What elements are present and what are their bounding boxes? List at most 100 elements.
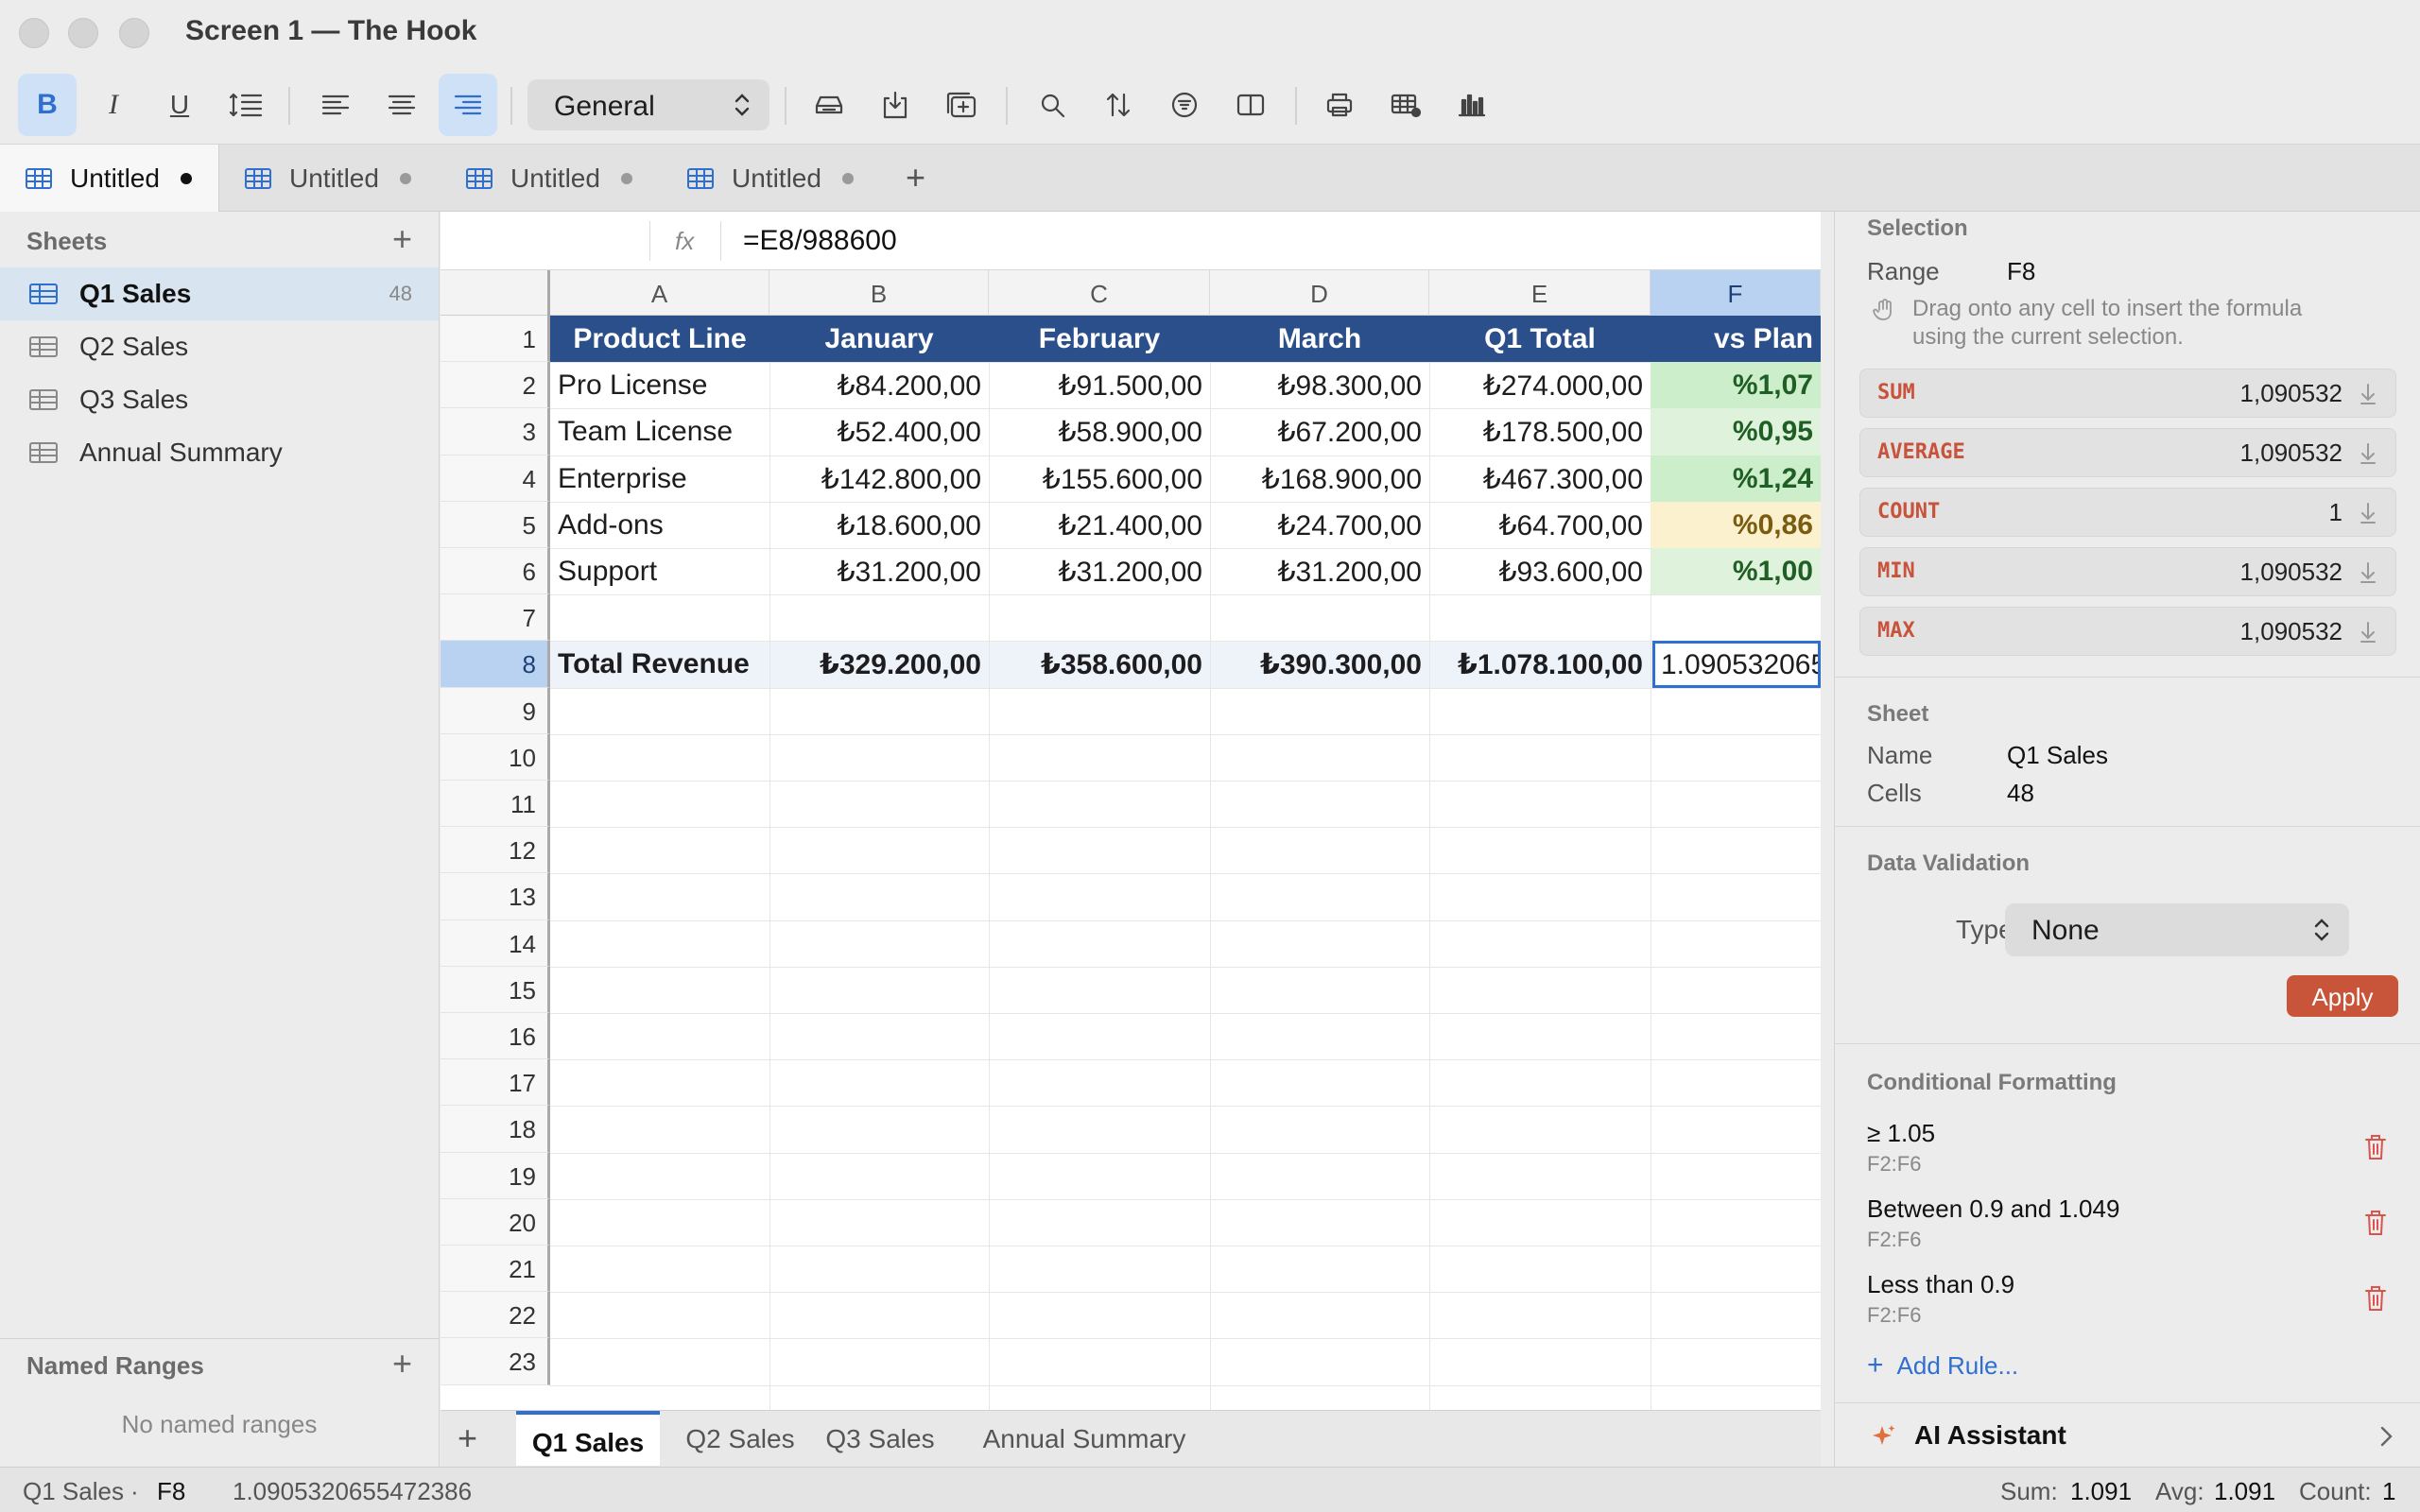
apply-button[interactable]: Apply [2287, 975, 2398, 1017]
column-header[interactable]: B [769, 270, 989, 316]
chart-button[interactable] [1443, 74, 1501, 136]
row-number[interactable]: 16 [441, 1013, 550, 1060]
cell[interactable]: %1,00 [1651, 548, 1821, 595]
trash-icon[interactable] [2362, 1283, 2389, 1314]
cell[interactable]: Support [550, 548, 769, 594]
row-number[interactable]: 3 [441, 408, 550, 455]
insert-down-arrow-icon[interactable] [2358, 619, 2378, 644]
row-number[interactable]: 8 [441, 641, 550, 688]
minimize-window-button[interactable] [68, 18, 98, 48]
bold-button[interactable]: B [18, 74, 77, 136]
underline-button[interactable]: U [150, 74, 209, 136]
cell[interactable]: Enterprise [550, 455, 769, 502]
sidebar-item-annual-summary[interactable]: Annual Summary [0, 426, 439, 479]
doc-tab[interactable]: Untitled [662, 145, 883, 213]
row-number[interactable]: 12 [441, 827, 550, 874]
cell[interactable]: March [1210, 316, 1429, 363]
cell[interactable]: ₺274.000,00 [1429, 362, 1651, 408]
sidebar-item-q2-sales[interactable]: Q2 Sales [0, 320, 439, 373]
row-number[interactable]: 6 [441, 548, 550, 595]
trash-icon[interactable] [2362, 1132, 2389, 1162]
cell[interactable]: ₺84.200,00 [769, 362, 989, 408]
cell[interactable]: Total Revenue [550, 641, 769, 687]
cf-rule[interactable]: Less than 0.9 F2:F6 [1867, 1270, 2014, 1328]
cell[interactable]: ₺31.200,00 [769, 548, 989, 594]
row-number[interactable]: 1 [441, 316, 550, 363]
cell[interactable]: ₺58.900,00 [989, 408, 1210, 455]
validation-type-select[interactable]: None [2005, 903, 2349, 956]
split-view-button[interactable] [1221, 74, 1280, 136]
cell[interactable]: ₺67.200,00 [1210, 408, 1429, 455]
column-header[interactable]: E [1429, 270, 1651, 316]
cell[interactable]: ₺91.500,00 [989, 362, 1210, 408]
ai-assistant-row[interactable]: AI Assistant [1835, 1402, 2420, 1467]
cell[interactable]: ₺358.600,00 [989, 641, 1210, 687]
aggregate-max[interactable]: MAX 1,090532 [1859, 607, 2396, 656]
cell[interactable]: ₺1.078.100,00 [1429, 641, 1651, 687]
cell[interactable]: Team License [550, 408, 769, 455]
add-sheet-button[interactable]: + [392, 219, 412, 259]
cell[interactable]: Pro License [550, 362, 769, 408]
cell[interactable]: ₺142.800,00 [769, 455, 989, 502]
doc-tab[interactable]: Untitled [0, 145, 219, 213]
sidebar-item-q3-sales[interactable]: Q3 Sales [0, 373, 439, 426]
cell[interactable]: ₺390.300,00 [1210, 641, 1429, 687]
formula-input[interactable]: =E8/988600 [743, 225, 897, 257]
row-number[interactable]: 14 [441, 919, 550, 967]
italic-button[interactable]: I [84, 74, 143, 136]
find-button[interactable] [1023, 74, 1081, 136]
insert-down-arrow-icon[interactable] [2358, 381, 2378, 405]
cell[interactable]: ₺52.400,00 [769, 408, 989, 455]
cell[interactable]: vs Plan [1651, 316, 1821, 363]
cell[interactable]: ₺178.500,00 [1429, 408, 1651, 455]
cell[interactable]: %0,95 [1651, 408, 1821, 455]
align-left-button[interactable] [306, 74, 365, 136]
row-number[interactable]: 10 [441, 733, 550, 781]
row-number[interactable]: 18 [441, 1106, 550, 1153]
zoom-window-button[interactable] [119, 18, 149, 48]
insert-table-button[interactable] [932, 74, 991, 136]
aggregate-count[interactable]: COUNT 1 [1859, 488, 2396, 537]
row-number[interactable]: 22 [441, 1292, 550, 1339]
add-sheet-tab-button[interactable]: + [458, 1418, 477, 1458]
row-number[interactable]: 15 [441, 966, 550, 1013]
cell[interactable]: ₺329.200,00 [769, 641, 989, 687]
aggregate-min[interactable]: MIN 1,090532 [1859, 547, 2396, 596]
cell[interactable]: ₺467.300,00 [1429, 455, 1651, 502]
cell[interactable]: ₺155.600,00 [989, 455, 1210, 502]
cf-rule[interactable]: ≥ 1.05 F2:F6 [1867, 1119, 1935, 1177]
column-header[interactable]: F [1651, 270, 1821, 316]
sort-button[interactable] [1089, 74, 1148, 136]
name-box[interactable] [441, 221, 650, 261]
select-all-corner[interactable] [441, 270, 550, 316]
cell[interactable]: February [989, 316, 1210, 363]
row-number[interactable]: 19 [441, 1152, 550, 1199]
cell[interactable]: ₺64.700,00 [1429, 502, 1651, 548]
row-number[interactable]: 7 [441, 594, 550, 642]
row-number[interactable]: 11 [441, 781, 550, 828]
line-spacing-button[interactable] [216, 74, 275, 136]
cell[interactable]: January [769, 316, 989, 363]
row-number[interactable]: 17 [441, 1059, 550, 1107]
cell[interactable]: ₺21.400,00 [989, 502, 1210, 548]
print-button[interactable] [1310, 74, 1369, 136]
doc-tab[interactable]: Untitled [441, 145, 662, 213]
add-rule-button[interactable]: + Add Rule... [1867, 1349, 2018, 1382]
number-format-select[interactable]: General [527, 79, 769, 130]
cell[interactable]: ₺93.600,00 [1429, 548, 1651, 594]
row-number[interactable]: 9 [441, 687, 550, 734]
cell[interactable]: ₺31.200,00 [989, 548, 1210, 594]
align-center-button[interactable] [372, 74, 431, 136]
insert-down-arrow-icon[interactable] [2358, 500, 2378, 524]
aggregate-average[interactable]: AVERAGE 1,090532 [1859, 428, 2396, 477]
add-tab-button[interactable]: + [906, 158, 925, 198]
row-number[interactable]: 2 [441, 362, 550, 409]
cell[interactable]: Add-ons [550, 502, 769, 548]
cell[interactable]: Product Line [550, 316, 769, 363]
sheet-tab-q2-sales[interactable]: Q2 Sales [677, 1411, 804, 1466]
row-number[interactable]: 4 [441, 455, 550, 502]
column-header[interactable]: C [989, 270, 1210, 316]
trash-icon[interactable] [2362, 1208, 2389, 1238]
selected-cell[interactable]: 1.090532065 [1652, 641, 1821, 688]
close-window-button[interactable] [19, 18, 49, 48]
